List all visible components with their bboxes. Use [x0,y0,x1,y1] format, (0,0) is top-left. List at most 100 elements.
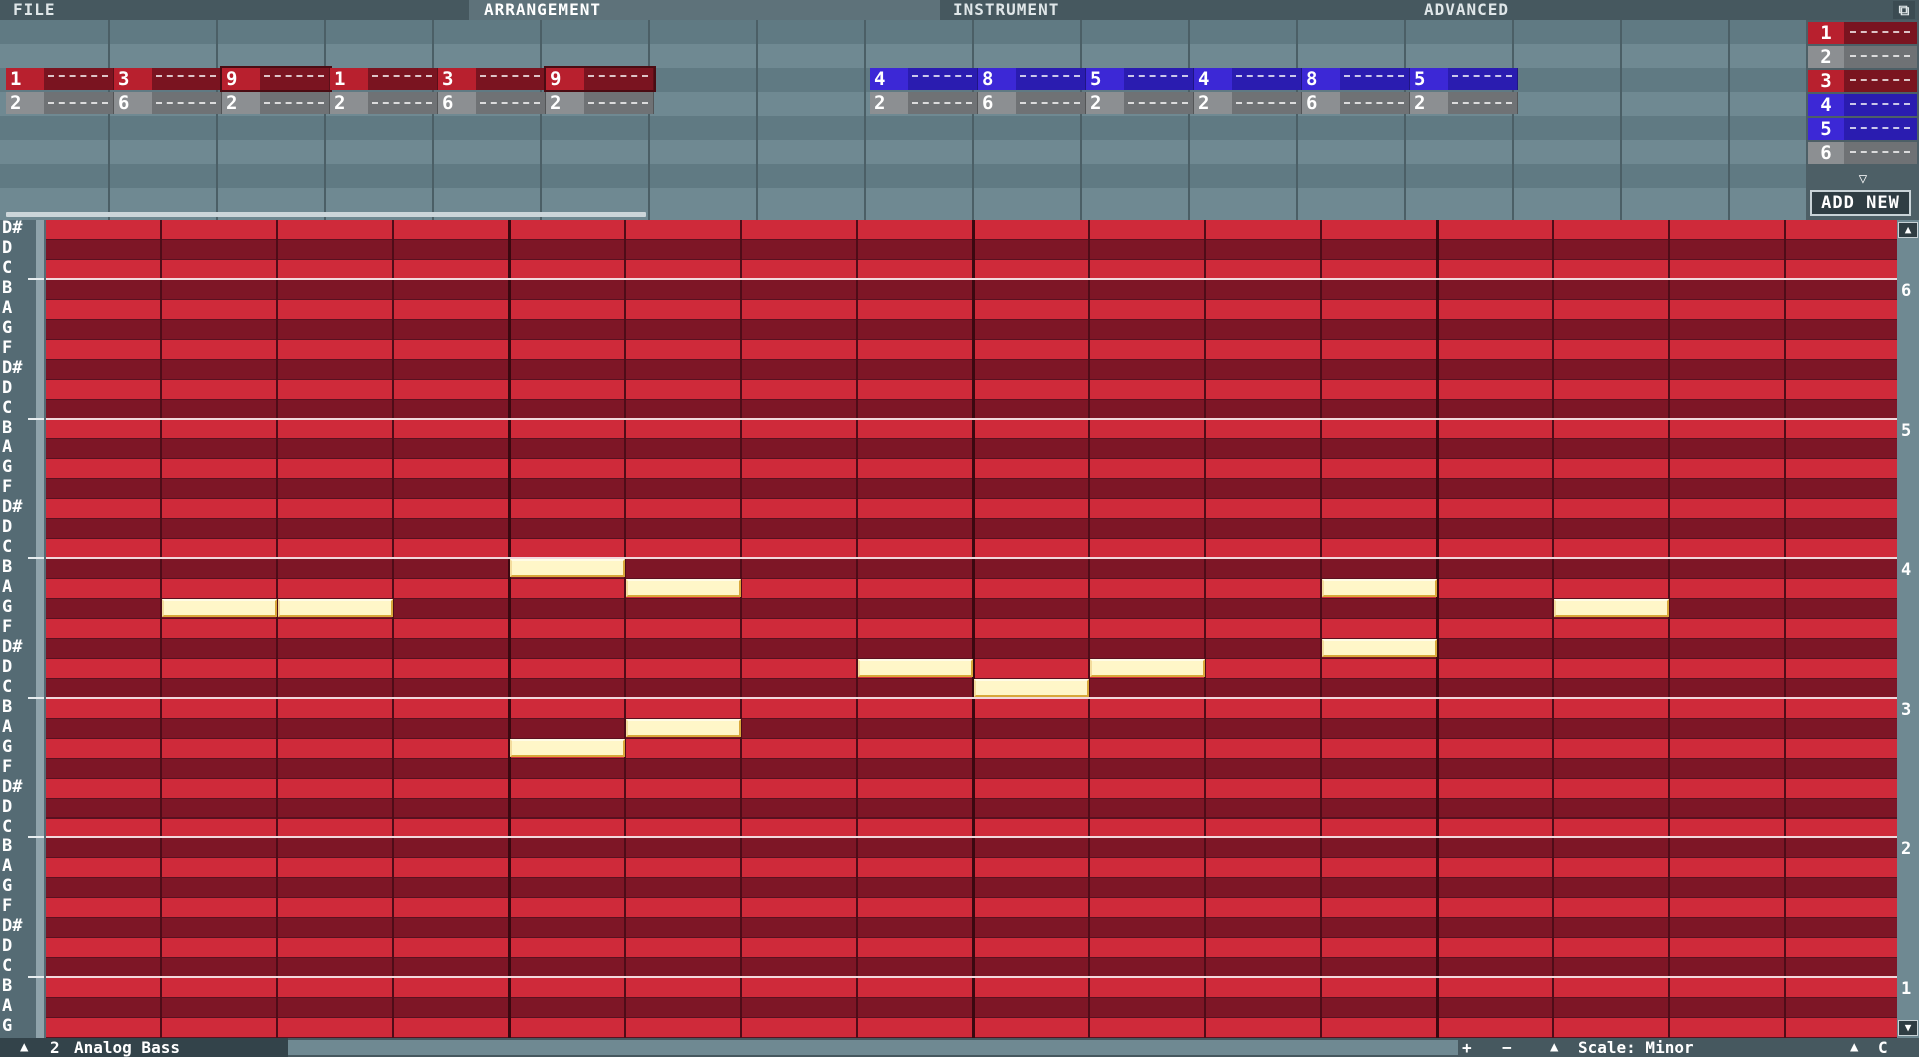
pattern-number: 1 [1808,22,1844,44]
arrangement-scrollbar[interactable] [6,212,646,217]
key-label: D# [2,776,23,797]
arrangement-block[interactable]: 2 [222,92,330,114]
maximize-icon[interactable]: ⧉ [1893,1,1915,19]
arrangement-block[interactable]: 2 [546,92,654,114]
note[interactable] [1554,599,1669,618]
arrangement-channel-band [0,20,1806,44]
arrangement-block[interactable]: 2 [1086,92,1194,114]
arrangement-block[interactable]: 2 [1194,92,1302,114]
arrangement-block[interactable]: 5 [1086,68,1194,90]
bar-divider [432,20,434,220]
arrangement-block[interactable]: 3 [114,68,222,90]
arrangement-block[interactable]: 5 [1410,68,1518,90]
pattern-preview [156,102,216,118]
arrangement-panel[interactable]: 139139485485262262262262 [0,20,1806,220]
key-label: C [2,956,13,977]
octave-number: 6 [1901,280,1912,301]
arrangement-block[interactable]: 6 [438,92,546,114]
note[interactable] [278,599,393,618]
instrument-selector[interactable]: ▲ 2 Analog Bass [0,1038,288,1057]
note[interactable] [162,599,277,618]
add-new-button[interactable]: ADD NEW [1810,190,1911,216]
arrangement-block[interactable]: 6 [1302,92,1410,114]
key-label: D [2,237,13,258]
note[interactable] [1322,638,1437,657]
pattern-number: 1 [330,68,368,90]
key-label: A [2,577,13,598]
pattern-number: 6 [438,92,476,114]
scroll-down-icon[interactable]: ▼ [1898,1020,1918,1036]
arrangement-block[interactable]: 9 [220,66,332,92]
pattern-number: 3 [114,68,152,90]
tab-arrangement[interactable]: ARRANGEMENT [469,0,940,20]
arrangement-channel-band [0,116,1806,140]
piano-keys: D# D C B A G F D# D C B A G F D# D C B A G F D# D C B A G F D# D C B A G F… [0,218,46,1038]
horizontal-scrollbar[interactable] [288,1040,1458,1055]
octave-tick [28,557,44,560]
arrangement-block[interactable]: 1 [6,68,114,90]
pattern-preview [912,75,972,91]
chevron-down-icon[interactable]: ▽ [1853,172,1873,186]
arrangement-block[interactable]: 8 [1302,68,1410,90]
note[interactable] [626,718,741,737]
arrangement-block[interactable]: 8 [978,68,1086,90]
pattern-list-item[interactable]: 5 [1808,118,1917,140]
note[interactable] [1090,658,1205,677]
pattern-list-item[interactable]: 3 [1808,70,1917,92]
octave-scrollbar[interactable]: ▲ 6 5 4 3 2 1 ▼ [1897,220,1919,1038]
note[interactable] [510,559,625,578]
arrangement-block[interactable]: 2 [1410,92,1518,114]
step-line [1668,220,1670,1038]
pattern-number: 6 [1302,92,1340,114]
pattern-list-item[interactable]: 2 [1808,46,1917,68]
arrangement-block[interactable]: 6 [978,92,1086,114]
arrangement-block[interactable]: 3 [438,68,546,90]
key-label: F [2,337,13,358]
key-label: B [2,696,13,717]
note[interactable] [974,678,1089,697]
pattern-number: 2 [1194,92,1232,114]
key-label: C [2,816,13,837]
note[interactable] [626,579,741,598]
arrangement-block[interactable]: 2 [330,92,438,114]
note[interactable] [1322,579,1437,598]
pattern-number: 2 [1410,92,1448,114]
pattern-number: 5 [1808,118,1844,140]
note[interactable] [510,738,625,757]
arrangement-block[interactable]: 9 [544,66,656,92]
piano-roll-grid[interactable] [46,220,1897,1038]
octave-number: 5 [1901,420,1912,441]
scale-selector[interactable]: Scale: Minor [1578,1038,1694,1057]
tab-instrument[interactable]: INSTRUMENT [953,0,1113,20]
arrangement-block[interactable]: 2 [6,92,114,114]
pattern-list-item[interactable]: 4 [1808,94,1917,116]
pattern-list-item[interactable]: 1 [1808,22,1917,44]
arrangement-block[interactable]: 6 [114,92,222,114]
scroll-up-icon[interactable]: ▲ [1898,222,1918,238]
step-line [392,220,394,1038]
note[interactable] [858,658,973,677]
tab-advanced[interactable]: ADVANCED [1424,0,1564,20]
step-line [160,220,162,1038]
pattern-list-item[interactable]: 6 [1808,142,1917,164]
bar-divider [1620,20,1622,220]
add-instrument-button[interactable]: + [1462,1038,1472,1057]
arrangement-block[interactable]: 2 [870,92,978,114]
pattern-number: 8 [978,68,1016,90]
arrangement-block[interactable]: 4 [1194,68,1302,90]
step-line [1088,220,1090,1038]
tab-file[interactable]: FILE [13,0,103,20]
key-label: G [2,876,13,897]
beat-line [1436,220,1439,1038]
pattern-number: 6 [114,92,152,114]
arrangement-block[interactable]: 4 [870,68,978,90]
key-selector[interactable]: C [1878,1038,1888,1057]
pattern-number: 4 [870,68,908,90]
arrangement-block[interactable]: 1 [330,68,438,90]
beat-line [508,220,511,1038]
step-line [1204,220,1206,1038]
triangle-up-icon: ▲ [1850,1039,1859,1055]
octave-divider [46,277,1897,280]
remove-instrument-button[interactable]: − [1502,1038,1512,1057]
bar-divider [864,20,866,220]
